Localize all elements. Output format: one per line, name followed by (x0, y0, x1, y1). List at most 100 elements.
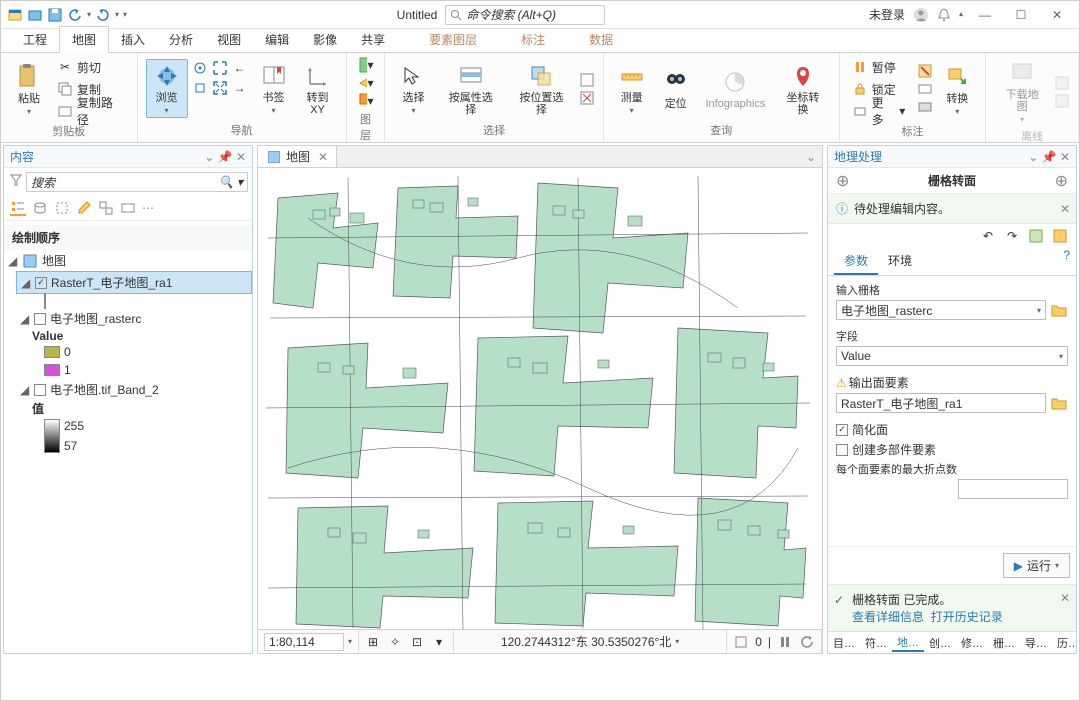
bell-icon[interactable] (937, 8, 951, 22)
undo-icon[interactable]: ↶ (980, 228, 996, 244)
options-icon[interactable]: ⌄ (1028, 150, 1038, 164)
copy-path-button[interactable]: 复制路径 (53, 101, 129, 121)
toc-layer-raster-poly[interactable]: ◢✓RasterT_电子地图_ra1 (16, 271, 252, 294)
checkbox-icon[interactable] (34, 384, 46, 396)
close-button[interactable]: ✕ (1043, 3, 1071, 27)
tab-imagery[interactable]: 影像 (301, 27, 349, 52)
correction-icon[interactable]: ▾ (431, 634, 447, 650)
list-by-snapping-icon[interactable] (98, 200, 114, 216)
selected-icon[interactable] (733, 634, 749, 650)
gp-tab-parameters[interactable]: 参数 (834, 248, 878, 275)
constraints-icon[interactable]: ⊡ (409, 634, 425, 650)
open-history-link[interactable]: 打开历史记录 (931, 610, 1003, 624)
select-button[interactable]: 选择▾ (393, 60, 433, 117)
tab-data[interactable]: 数据 (577, 27, 625, 52)
tab-view[interactable]: 视图 (205, 27, 253, 52)
dock-tab[interactable]: 修… (956, 635, 988, 651)
convert-labels-button[interactable]: 转换▾ (937, 61, 977, 118)
list-by-editing-icon[interactable] (76, 200, 92, 216)
field-select[interactable]: Value▾ (836, 346, 1068, 366)
measure-button[interactable]: 测量▾ (612, 60, 652, 117)
maximize-button[interactable]: ☐ (1007, 3, 1035, 27)
dismiss-icon[interactable]: ✕ (1060, 202, 1070, 216)
bookmarks-button[interactable]: 书签▾ (254, 60, 294, 117)
new-project-icon[interactable] (7, 7, 23, 23)
add-preset-icon[interactable]: ▾ (358, 93, 374, 109)
list-by-selection-icon[interactable] (54, 200, 70, 216)
back-icon[interactable]: ⊕ (836, 171, 849, 191)
cut-button[interactable]: ✂剪切 (53, 57, 129, 77)
command-search[interactable]: 命令搜索 (Alt+Q) (445, 5, 605, 25)
tab-share[interactable]: 共享 (349, 27, 397, 52)
dock-tab[interactable]: 目… (828, 635, 860, 651)
tab-project[interactable]: 工程 (11, 27, 59, 52)
qat-customize-icon[interactable]: ▾ (123, 10, 127, 19)
filter-icon[interactable] (8, 172, 24, 188)
zoom-to-selection-icon[interactable] (192, 80, 208, 96)
raster-value-0[interactable]: 0 (4, 343, 252, 361)
label-weight-icon[interactable] (917, 99, 933, 115)
map-tab[interactable]: 地图✕ (258, 146, 337, 167)
fixed-zoom-out-icon[interactable] (212, 80, 228, 96)
open-project-icon[interactable] (27, 7, 43, 23)
dock-tab[interactable]: 导… (1020, 635, 1052, 651)
autohide-icon[interactable]: 📌 (218, 150, 233, 164)
close-tab-icon[interactable]: ✕ (318, 150, 328, 164)
browse-icon[interactable] (1050, 394, 1068, 412)
refresh-icon[interactable] (799, 634, 815, 650)
checkbox-icon[interactable]: ✓ (35, 277, 47, 289)
undo-menu-icon[interactable]: ▾ (87, 10, 91, 19)
minimize-button[interactable]: — (971, 3, 999, 27)
save-edits-icon[interactable] (1028, 228, 1044, 244)
view-menu-icon[interactable]: ⌄ (800, 150, 822, 164)
fixed-zoom-in-icon[interactable] (212, 60, 228, 76)
toc-map-frame[interactable]: ◢地图 (4, 250, 252, 271)
close-pane-icon[interactable]: ✕ (236, 150, 246, 164)
more-labels-button[interactable]: 更多▾ (848, 101, 910, 121)
simplify-checkbox[interactable]: ✓简化面 (836, 421, 1068, 438)
toc-layer-rasterc[interactable]: ◢电子地图_rasterc (16, 308, 252, 329)
tab-map[interactable]: 地图 (59, 26, 109, 53)
symbol-swatch[interactable] (44, 293, 46, 309)
clear-selection-icon[interactable] (579, 90, 595, 106)
output-field[interactable]: RasterT_电子地图_ra1 (836, 393, 1046, 413)
list-by-drawing-icon[interactable] (10, 200, 26, 216)
coordinates[interactable]: 120.2744312°东 30.5350276°北 (501, 633, 671, 650)
grid-icon[interactable]: ⊞ (365, 634, 381, 650)
raster-value-1[interactable]: 1 (4, 361, 252, 379)
pause-labels-button[interactable]: 暂停 (848, 57, 910, 77)
checkbox-icon[interactable] (34, 313, 46, 325)
add-icon[interactable]: ⊕ (1055, 171, 1068, 191)
label-priority-icon[interactable] (917, 81, 933, 97)
dock-tab[interactable]: 地… (892, 634, 924, 652)
explore-button[interactable]: 浏览▾ (146, 59, 188, 118)
tab-labeling[interactable]: 标注 (509, 27, 557, 52)
select-by-attr-button[interactable]: 按属性选择 (437, 60, 504, 118)
dock-tab[interactable]: 栅… (988, 635, 1020, 651)
list-by-source-icon[interactable] (32, 200, 48, 216)
goto-xy-button[interactable]: 转到 XY (298, 60, 338, 118)
next-extent-icon[interactable]: → (232, 80, 248, 96)
collapse-ribbon-icon[interactable]: ▾ (959, 10, 963, 19)
redo-menu-icon[interactable]: ▾ (115, 10, 119, 19)
dismiss-icon[interactable]: ✕ (1060, 591, 1070, 605)
scale-input[interactable]: 1:80,114 (264, 633, 344, 651)
options-icon[interactable]: ⌄ (204, 150, 214, 164)
paste-button[interactable]: 粘贴▾ (9, 61, 49, 118)
tab-insert[interactable]: 插入 (109, 27, 157, 52)
pause-icon[interactable] (777, 634, 793, 650)
dock-tab[interactable]: 符… (860, 635, 892, 651)
close-pane-icon[interactable]: ✕ (1060, 150, 1070, 164)
view-details-link[interactable]: 查看详细信息 (852, 610, 924, 624)
user-icon[interactable] (913, 7, 929, 23)
browse-icon[interactable] (1050, 301, 1068, 319)
select-by-loc-button[interactable]: 按位置选择 (508, 60, 575, 118)
login-status[interactable]: 未登录 (869, 6, 905, 23)
dock-tab[interactable]: 创… (924, 635, 956, 651)
toc-search-input[interactable]: 搜索🔍 ▾ (26, 172, 248, 192)
coord-convert-button[interactable]: 坐标转换 (775, 60, 831, 118)
redo-icon[interactable] (95, 7, 111, 23)
redo-icon[interactable]: ↷ (1004, 228, 1020, 244)
gp-tab-environments[interactable]: 环境 (878, 248, 922, 275)
infographics-button[interactable]: Infographics (700, 66, 771, 112)
